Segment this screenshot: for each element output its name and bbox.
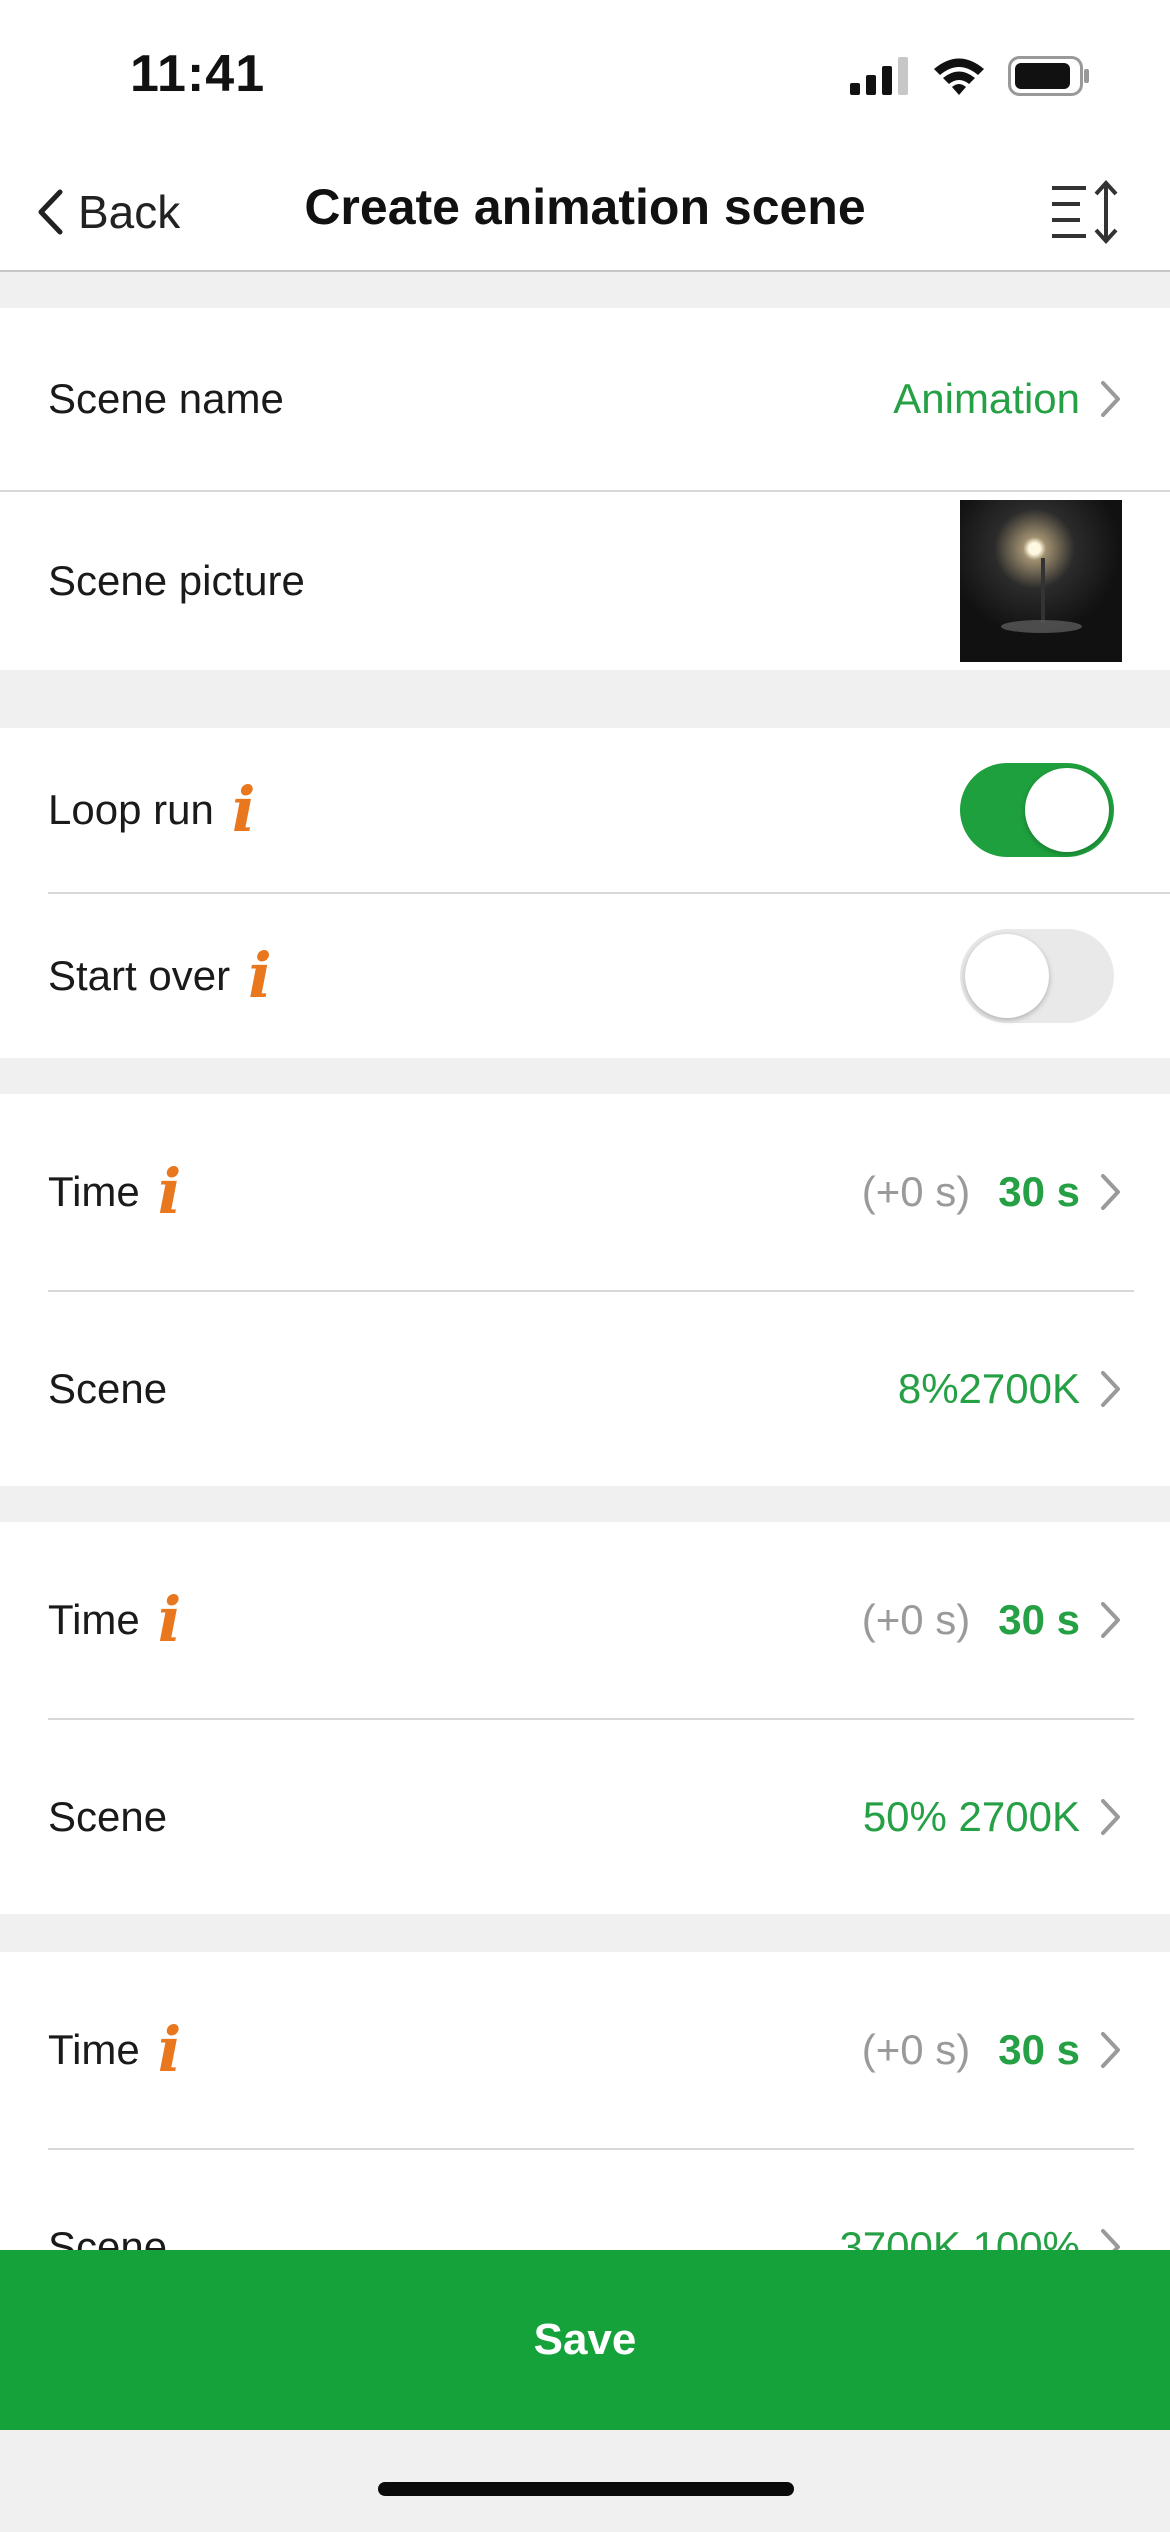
start-over-label: Start over <box>48 952 231 999</box>
loop-run-row: Loop run i <box>0 728 1170 892</box>
home-indicator-area <box>0 2430 1170 2532</box>
save-button[interactable]: Save <box>0 2250 1170 2430</box>
playback-options-section: Loop run i Start over i <box>0 728 1170 1058</box>
chevron-right-icon <box>1101 381 1120 417</box>
scene-name-value: Animation <box>893 375 1080 422</box>
time-offset: (+0 s) <box>861 1168 971 1215</box>
scene-name-row[interactable]: Scene name Animation <box>0 308 1170 490</box>
scene-name-value-group: Animation <box>893 375 1122 423</box>
time-label-group: Time i <box>48 1161 181 1223</box>
scene-picture-thumbnail[interactable] <box>960 500 1122 662</box>
status-time: 11:41 <box>130 45 266 103</box>
page-title: Create animation scene <box>304 179 866 235</box>
info-icon[interactable]: i <box>158 1161 182 1223</box>
time-value-group: (+0 s) 30 s <box>862 1168 1122 1216</box>
chevron-right-icon <box>1101 1799 1120 1835</box>
status-icons <box>850 56 1090 96</box>
navigation-bar: Back Create animation scene <box>0 150 1170 272</box>
toggle-knob <box>1025 768 1109 852</box>
scene-info-section: Scene name Animation Scene picture <box>0 308 1170 670</box>
step-scene-row[interactable]: Scene 8%2700K <box>0 1292 1170 1486</box>
loop-run-toggle[interactable] <box>960 763 1114 857</box>
info-icon[interactable]: i <box>158 1589 182 1651</box>
info-icon[interactable]: i <box>158 2019 182 2081</box>
scene-label: Scene <box>48 1365 168 1412</box>
time-label: Time <box>48 2026 140 2073</box>
info-icon[interactable]: i <box>232 779 256 841</box>
time-value: 30 s <box>998 1596 1080 1643</box>
start-over-row: Start over i <box>0 894 1170 1058</box>
scene-name-label: Scene name <box>48 375 284 422</box>
step-time-row[interactable]: Time i (+0 s) 30 s <box>0 1952 1170 2148</box>
home-indicator[interactable] <box>378 2482 794 2496</box>
scene-value-group: 50% 2700K <box>863 1793 1122 1841</box>
time-label-group: Time i <box>48 2019 181 2081</box>
status-bar: 11:41 <box>0 0 1170 150</box>
scene-label: Scene <box>48 1793 168 1840</box>
time-offset: (+0 s) <box>861 2026 971 2073</box>
toggle-knob <box>965 934 1049 1018</box>
animation-step: Time i (+0 s) 30 s Scene 50% 2700K <box>0 1522 1170 1914</box>
time-offset: (+0 s) <box>861 1596 971 1643</box>
time-label: Time <box>48 1168 140 1215</box>
animation-step: Time i (+0 s) 30 s Scene 8%2700K <box>0 1094 1170 1486</box>
time-label-group: Time i <box>48 1589 181 1651</box>
scene-value: 8%2700K <box>897 1365 1080 1412</box>
step-time-row[interactable]: Time i (+0 s) 30 s <box>0 1094 1170 1290</box>
time-label: Time <box>48 1596 140 1643</box>
chevron-right-icon <box>1101 1602 1120 1638</box>
step-time-row[interactable]: Time i (+0 s) 30 s <box>0 1522 1170 1718</box>
reorder-icon[interactable] <box>1050 180 1122 244</box>
wifi-icon <box>934 58 984 95</box>
time-value-group: (+0 s) 30 s <box>862 1596 1122 1644</box>
time-value: 30 s <box>998 2026 1080 2073</box>
info-icon[interactable]: i <box>248 945 272 1007</box>
start-over-toggle[interactable] <box>960 929 1114 1023</box>
start-over-label-group: Start over i <box>48 945 272 1007</box>
scene-picture-label: Scene picture <box>48 557 305 604</box>
step-scene-row[interactable]: Scene 50% 2700K <box>0 1720 1170 1914</box>
chevron-right-icon <box>1101 1371 1120 1407</box>
chevron-right-icon <box>1101 2032 1120 2068</box>
time-value: 30 s <box>998 1168 1080 1215</box>
scene-value: 50% 2700K <box>862 1793 1080 1840</box>
loop-run-label: Loop run <box>48 786 214 833</box>
battery-icon <box>1008 56 1089 96</box>
chevron-right-icon <box>1101 1174 1120 1210</box>
cellular-signal-icon <box>850 57 908 95</box>
time-value-group: (+0 s) 30 s <box>862 2026 1122 2074</box>
scene-value-group: 8%2700K <box>898 1365 1122 1413</box>
scene-picture-row[interactable]: Scene picture <box>0 492 1170 670</box>
loop-run-label-group: Loop run i <box>48 779 255 841</box>
